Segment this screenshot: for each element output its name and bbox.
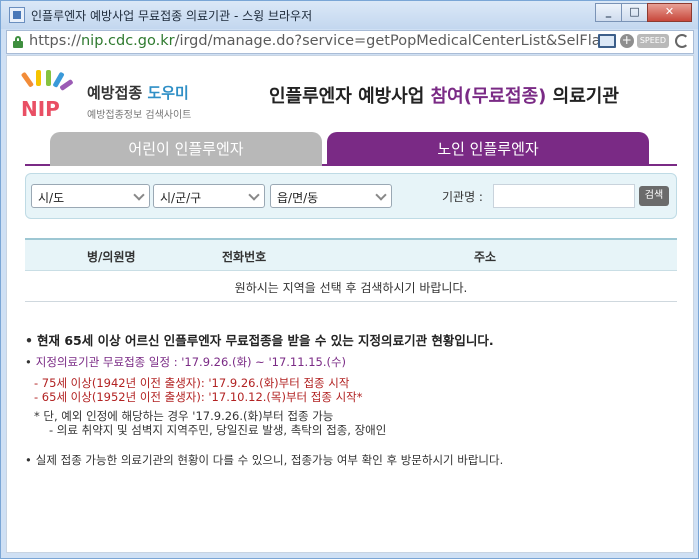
brand-name-main: 예방접종 [87, 84, 143, 102]
minimize-button[interactable]: _ [595, 3, 622, 22]
url-scheme: https:// [29, 33, 81, 49]
address-bar-tools: + SPEED [597, 34, 689, 48]
maximize-button[interactable]: □ [621, 3, 648, 22]
exception-detail: - 의료 취약지 및 섬벽지 지역주민, 당일진료 발생, 촉탁의 접종, 장애… [49, 423, 387, 437]
table-row: 원하시는 지역을 선택 후 검색하시기 바랍니다. [25, 271, 677, 302]
column-header-phone: 전화번호 [222, 250, 267, 264]
address-bar[interactable]: https://nip.cdc.go.kr/irgd/manage.do?ser… [6, 30, 694, 54]
speed-button[interactable]: SPEED [636, 34, 669, 48]
sido-select-value: 시/도 [38, 191, 65, 205]
plus-icon[interactable]: + [619, 34, 634, 48]
results-table: 병/의원명 전화번호 주소 원하시는 지역을 선택 후 검색하시기 바랍니다. [25, 238, 677, 302]
browser-app-icon [9, 7, 25, 23]
visit-advice: 실제 접종 가능한 의료기관의 현황이 다를 수 있으니, 접종가능 여부 확인… [25, 452, 503, 468]
logo-rays [21, 70, 73, 91]
tab-bar: 어린이 인플루엔자 노인 인플루엔자 [25, 132, 677, 166]
brand-name-accent: 도우미 [147, 84, 189, 102]
page-title-suffix: 의료기관 [546, 86, 619, 107]
vaccination-period: 지정의료기관 무료접종 일정 : '17.9.26.(화) ~ '17.11.1… [25, 354, 346, 370]
brand-name: 예방접종 도우미 [87, 82, 191, 103]
institution-input[interactable] [493, 184, 635, 208]
lock-icon [13, 36, 23, 48]
site-brand[interactable]: 예방접종 도우미 예방접종정보 검색사이트 [87, 82, 191, 121]
page-content: NIP 예방접종 도우미 예방접종정보 검색사이트 인플루엔자 예방사업 참여(… [6, 55, 694, 553]
column-header-hospital: 병/의원명 [87, 250, 136, 264]
url-text[interactable]: https://nip.cdc.go.kr/irgd/manage.do?ser… [29, 33, 599, 49]
title-bar[interactable]: 인플루엔자 예방사업 무료접종 의료기관 - 스윙 브라우저 _ □ ✕ [1, 1, 698, 29]
notice-headline: 현재 65세 이상 어르신 인플루엔자 무료접종을 받을 수 있는 지정의료기관… [25, 330, 494, 349]
age65-schedule: - 65세 이상(1952년 이전 출생자): '17.10.12.(목)부터 … [34, 390, 363, 404]
url-host: nip.cdc.go.kr [80, 33, 175, 49]
tab-child-influenza[interactable]: 어린이 인플루엔자 [50, 132, 322, 166]
close-button[interactable]: ✕ [647, 3, 692, 22]
institution-label: 기관명 : [442, 190, 483, 204]
brand-tagline: 예방접종정보 검색사이트 [87, 110, 192, 121]
url-path: /irgd/manage.do?service=getPopMedicalCen… [174, 33, 599, 49]
page-title-prefix: 인플루엔자 예방사업 [269, 86, 431, 107]
reload-icon[interactable] [675, 34, 689, 48]
browser-window: 인플루엔자 예방사업 무료접종 의료기관 - 스윙 브라우저 _ □ ✕ htt… [0, 0, 699, 559]
window-title: 인플루엔자 예방사업 무료접종 의료기관 - 스윙 브라우저 [31, 9, 313, 23]
search-panel: 시/도 시/군/구 읍/면/동 기관명 : 검색 [25, 173, 677, 219]
eupmyeondong-select[interactable]: 읍/면/동 [270, 184, 392, 208]
tab-elder-influenza[interactable]: 노인 인플루엔자 [327, 132, 649, 166]
page-title: 인플루엔자 예방사업 참여(무료접종) 의료기관 [269, 82, 619, 108]
maximize-icon: □ [629, 5, 640, 18]
sigungu-select[interactable]: 시/군/구 [153, 184, 265, 208]
table-header: 병/의원명 전화번호 주소 [25, 240, 677, 271]
eupmyeondong-select-value: 읍/면/동 [277, 191, 319, 205]
monitor-icon[interactable] [597, 34, 616, 48]
window-controls: _ □ ✕ [595, 3, 692, 22]
close-icon: ✕ [664, 5, 675, 18]
column-header-address: 주소 [474, 250, 497, 264]
chevron-down-icon [248, 189, 260, 201]
search-button[interactable]: 검색 [639, 186, 669, 206]
page-title-highlight: 참여(무료접종) [430, 86, 547, 107]
sido-select[interactable]: 시/도 [31, 184, 150, 208]
chevron-down-icon [133, 189, 145, 201]
sigungu-select-value: 시/군/구 [160, 191, 202, 205]
empty-result-message: 원하시는 지역을 선택 후 검색하시기 바랍니다. [234, 281, 468, 295]
minimize-icon: _ [605, 5, 612, 18]
nip-logo: NIP [21, 70, 73, 120]
logo-letters: NIP [21, 97, 60, 120]
chevron-down-icon [375, 189, 387, 201]
